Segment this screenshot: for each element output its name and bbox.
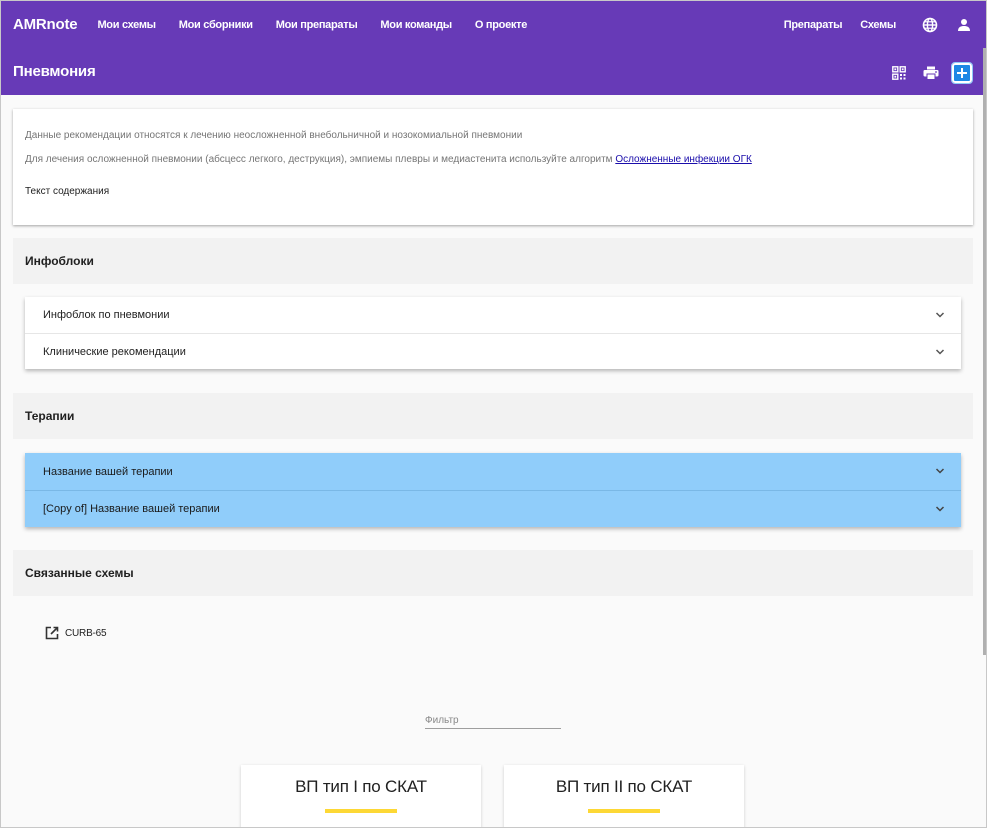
card-accent-bar <box>588 809 660 813</box>
account-icon[interactable] <box>954 15 974 35</box>
page: AMRnote Мои схемы Мои сборники Мои препа… <box>0 0 987 828</box>
open-in-new-icon <box>45 626 59 640</box>
nav-schemes[interactable]: Схемы <box>860 19 896 31</box>
filter-input[interactable] <box>425 713 561 726</box>
infoblocks-accordion: Инфоблок по пневмонии Клинические рекоме… <box>25 297 961 369</box>
infoblock-label: Инфоблок по пневмонии <box>43 309 170 321</box>
nav-about[interactable]: О проекте <box>475 19 527 31</box>
nav-my-drugs[interactable]: Мои препараты <box>276 19 358 31</box>
top-navbar: AMRnote Мои схемы Мои сборники Мои препа… <box>1 1 986 48</box>
nav-my-teams[interactable]: Мои команды <box>380 19 452 31</box>
top-navbar-right: Препараты Схемы <box>784 1 974 48</box>
therapies-heading: Терапии <box>13 393 973 439</box>
description-line-1: Данные рекомендации относятся к лечению … <box>25 130 523 141</box>
description-line-2-text: Для лечения осложненной пневмонии (абсце… <box>25 154 616 165</box>
chevron-down-icon <box>935 312 945 318</box>
related-scheme-link[interactable]: CURB-65 <box>45 626 107 640</box>
scheme-card-title: ВП тип II по СКАТ <box>555 777 693 796</box>
complicated-infections-link[interactable]: Осложненные инфекции ОГК <box>615 154 752 165</box>
description-card: Данные рекомендации относятся к лечению … <box>13 109 973 225</box>
nav-drugs[interactable]: Препараты <box>784 19 843 31</box>
nav-my-collections[interactable]: Мои сборники <box>179 19 253 31</box>
nav-my-schemes[interactable]: Мои схемы <box>97 19 156 31</box>
chevron-down-icon <box>935 468 945 474</box>
therapy-item[interactable]: Название вашей терапии <box>25 453 961 490</box>
related-scheme-label: CURB-65 <box>65 627 107 639</box>
scrollbar[interactable] <box>983 48 986 655</box>
infoblock-item[interactable]: Инфоблок по пневмонии <box>25 297 961 333</box>
chevron-down-icon <box>935 349 945 355</box>
page-title: Пневмония <box>13 63 96 80</box>
infoblock-item[interactable]: Клинические рекомендации <box>25 333 961 369</box>
scheme-card[interactable]: ВП тип I по СКАТ <box>241 765 481 827</box>
therapy-item[interactable]: [Copy of] Название вашей терапии <box>25 490 961 527</box>
content-text: Текст содержания <box>25 186 110 197</box>
brand-logo[interactable]: AMRnote <box>13 16 78 33</box>
chevron-down-icon <box>935 506 945 512</box>
filter-field <box>425 710 561 729</box>
card-accent-bar <box>325 809 397 813</box>
related-schemes-heading: Связанные схемы <box>13 550 973 596</box>
scheme-card[interactable]: ВП тип II по СКАТ <box>504 765 744 827</box>
infoblock-label: Клинические рекомендации <box>43 345 186 358</box>
therapy-label: Название вашей терапии <box>43 465 173 478</box>
header-actions <box>878 62 973 84</box>
therapy-label: [Copy of] Название вашей терапии <box>43 503 220 515</box>
description-line-2: Для лечения осложненной пневмонии (абсце… <box>25 153 961 167</box>
print-icon[interactable] <box>920 62 942 84</box>
add-button[interactable] <box>951 62 973 84</box>
language-globe-icon[interactable] <box>920 15 940 35</box>
therapies-accordion: Название вашей терапии [Copy of] Названи… <box>25 453 961 527</box>
infoblocks-heading: Инфоблоки <box>13 238 973 284</box>
page-header: Пневмония <box>1 48 986 95</box>
scheme-card-title: ВП тип I по СКАТ <box>295 777 427 796</box>
qr-code-icon[interactable] <box>888 62 910 84</box>
